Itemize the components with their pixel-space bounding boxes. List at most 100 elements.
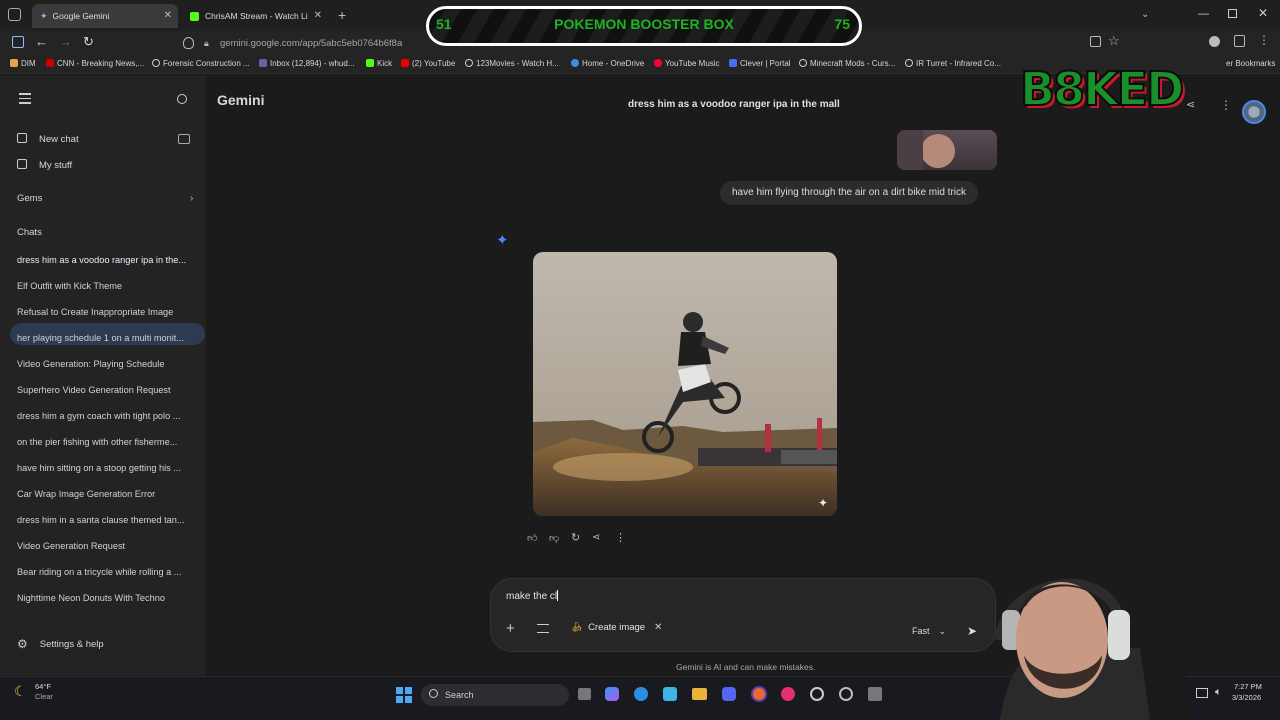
browser-menu-icon[interactable]: ⋮	[1258, 33, 1270, 47]
tab-kick-stream[interactable]: ChrisAM Stream - Watch Li ✕	[182, 4, 328, 28]
chat-list-item[interactable]: dress him in a santa clause themed tan..…	[17, 515, 199, 525]
search-icon[interactable]	[177, 94, 187, 104]
store-icon[interactable]	[663, 687, 677, 701]
bookmark-item[interactable]: Home - OneDrive	[571, 59, 644, 68]
site-info-icon[interactable]	[183, 37, 194, 49]
collections-icon[interactable]	[12, 36, 24, 48]
weather-temp[interactable]: 64°F	[35, 682, 51, 691]
chat-list-item[interactable]: on the pier fishing with other fisherme.…	[17, 437, 199, 447]
bookmark-item[interactable]: Kick	[366, 59, 392, 68]
clock-time[interactable]: 7:27 PM	[1234, 682, 1262, 691]
settings-help-button[interactable]: ⚙ Settings & help	[17, 637, 104, 651]
app-icon[interactable]	[868, 687, 882, 701]
bookmark-item[interactable]: IR Turret - Infrared Co...	[905, 59, 1001, 68]
remove-chip-icon[interactable]: ✕	[654, 622, 662, 633]
bookmark-item[interactable]: Forensic Construction ...	[152, 59, 250, 68]
tab-actions-icon[interactable]	[8, 8, 21, 21]
chat-list-item[interactable]: Video Generation Request	[17, 541, 199, 551]
stuff-icon	[17, 159, 27, 169]
chat-list-item[interactable]: Nighttime Neon Donuts With Techno	[17, 593, 199, 603]
bookmark-item[interactable]: 123Movies - Watch H...	[465, 59, 559, 68]
extension-icon[interactable]	[1209, 36, 1220, 47]
add-attachment-button[interactable]: +	[506, 620, 515, 637]
minimize-button[interactable]: —	[1198, 8, 1209, 20]
thumbs-up-icon[interactable]: 👍︎	[527, 532, 537, 544]
app-icon[interactable]	[839, 687, 853, 701]
chat-list-item[interactable]: Superhero Video Generation Request	[17, 385, 199, 395]
taskbar-search[interactable]: Search	[421, 684, 569, 706]
media-player-icon[interactable]	[781, 687, 795, 701]
clock-date: 3/3/2026	[1232, 693, 1262, 702]
chat-list-item[interactable]: dress him a gym coach with tight polo ..…	[17, 411, 199, 421]
task-view-icon[interactable]	[578, 688, 591, 700]
gemini-options-icon[interactable]: ⋮	[1220, 98, 1232, 112]
main-menu-icon[interactable]	[19, 93, 31, 104]
file-explorer-icon[interactable]	[692, 688, 707, 700]
bookmark-item[interactable]: Clever | Portal	[729, 59, 791, 68]
maximize-button[interactable]	[1228, 9, 1237, 18]
discord-icon[interactable]	[722, 687, 736, 701]
mail-icon	[259, 59, 267, 67]
app-install-icon[interactable]	[1090, 36, 1101, 47]
new-chat-button[interactable]: New chat	[17, 133, 79, 145]
close-window-button[interactable]: ✕	[1258, 6, 1268, 20]
close-tab-icon[interactable]: ✕	[164, 10, 172, 21]
chat-list-item[interactable]: Refusal to Create Inappropriate Image	[17, 307, 199, 317]
generated-image[interactable]: ✦	[533, 252, 837, 516]
network-icon[interactable]	[1196, 688, 1208, 698]
obs-icon[interactable]	[810, 687, 824, 701]
other-bookmarks[interactable]: er Bookmarks	[1226, 59, 1275, 68]
share-conversation-icon[interactable]: ⋖	[1186, 98, 1195, 111]
volume-icon[interactable]: 🔈︎	[1215, 686, 1222, 699]
webcam-overlay	[990, 560, 1190, 720]
bookmark-item[interactable]: Minecraft Mods - Curs...	[799, 59, 895, 68]
chat-list-item[interactable]: Elf Outfit with Kick Theme	[17, 281, 199, 291]
account-avatar[interactable]	[1242, 100, 1266, 124]
favorite-star-icon[interactable]: ☆	[1108, 33, 1120, 49]
bookmark-item[interactable]: (2) YouTube	[401, 59, 455, 68]
user-uploaded-photo[interactable]	[897, 130, 997, 170]
prompt-composer[interactable]: make the cl + 🍌︎ Create image ✕ Fast ⌄ ➤	[490, 578, 996, 652]
tab-gemini[interactable]: ✦ Google Gemini ✕	[32, 4, 178, 28]
edge-icon[interactable]	[634, 687, 648, 701]
chat-list-item[interactable]: have him sitting on a stoop getting his …	[17, 463, 199, 473]
chat-list-item[interactable]: Car Wrap Image Generation Error	[17, 489, 199, 499]
chat-list-item[interactable]: Video Generation: Playing Schedule	[17, 359, 199, 369]
bookmark-item[interactable]: Inbox (12,894) - whud...	[259, 59, 355, 68]
firefox-icon[interactable]	[751, 686, 767, 702]
more-options-icon[interactable]: ⋮	[615, 531, 626, 544]
regenerate-icon[interactable]: ↻	[571, 531, 580, 544]
start-button[interactable]	[396, 687, 412, 703]
text-caret	[557, 590, 559, 601]
model-mode-select[interactable]: Fast ⌄	[912, 626, 946, 637]
send-icon[interactable]: ➤	[967, 624, 977, 638]
extensions-puzzle-icon[interactable]	[1234, 35, 1245, 47]
create-image-chip[interactable]: 🍌︎ Create image	[571, 622, 645, 633]
bookmark-item[interactable]: YouTube Music	[654, 59, 720, 68]
thumbs-down-icon[interactable]: 👎︎	[549, 532, 559, 544]
gems-section[interactable]: Gems	[17, 193, 42, 204]
reload-button[interactable]: ↻	[83, 34, 94, 50]
new-tab-button[interactable]: +	[338, 7, 346, 23]
tools-icon[interactable]	[537, 624, 549, 633]
chat-list-item[interactable]: her playing schedule 1 on a multi monit.…	[17, 333, 199, 343]
copilot-icon[interactable]	[605, 687, 619, 701]
temporary-chat-icon[interactable]	[178, 134, 190, 144]
chat-list-item[interactable]: Bear riding on a tricycle while rolling …	[17, 567, 199, 577]
globe-icon	[465, 59, 473, 67]
chevron-right-icon[interactable]: ›	[190, 193, 193, 204]
my-stuff-button[interactable]: My stuff	[17, 159, 72, 171]
back-button[interactable]: ←	[35, 34, 48, 49]
chat-list-item[interactable]: dress him as a voodoo ranger ipa in the.…	[17, 255, 199, 265]
close-tab-icon[interactable]: ✕	[314, 10, 322, 21]
url-text: gemini.google.com/app/5abc5eb0764b6f8a	[220, 38, 403, 49]
tab-search-icon[interactable]: ⌄	[1141, 9, 1149, 20]
share-icon[interactable]: ⋖	[592, 532, 600, 543]
bookmark-item[interactable]: CNN - Breaking News,...	[46, 59, 144, 68]
bookmark-item[interactable]: DIM	[10, 59, 36, 68]
gear-icon: ⚙	[17, 637, 28, 651]
disclaimer-text: Gemini is AI and can make mistakes.	[676, 662, 816, 672]
moon-weather-icon: ☾	[14, 683, 27, 699]
forward-button[interactable]: →	[59, 34, 72, 49]
prompt-input[interactable]: make the cl	[506, 590, 559, 602]
